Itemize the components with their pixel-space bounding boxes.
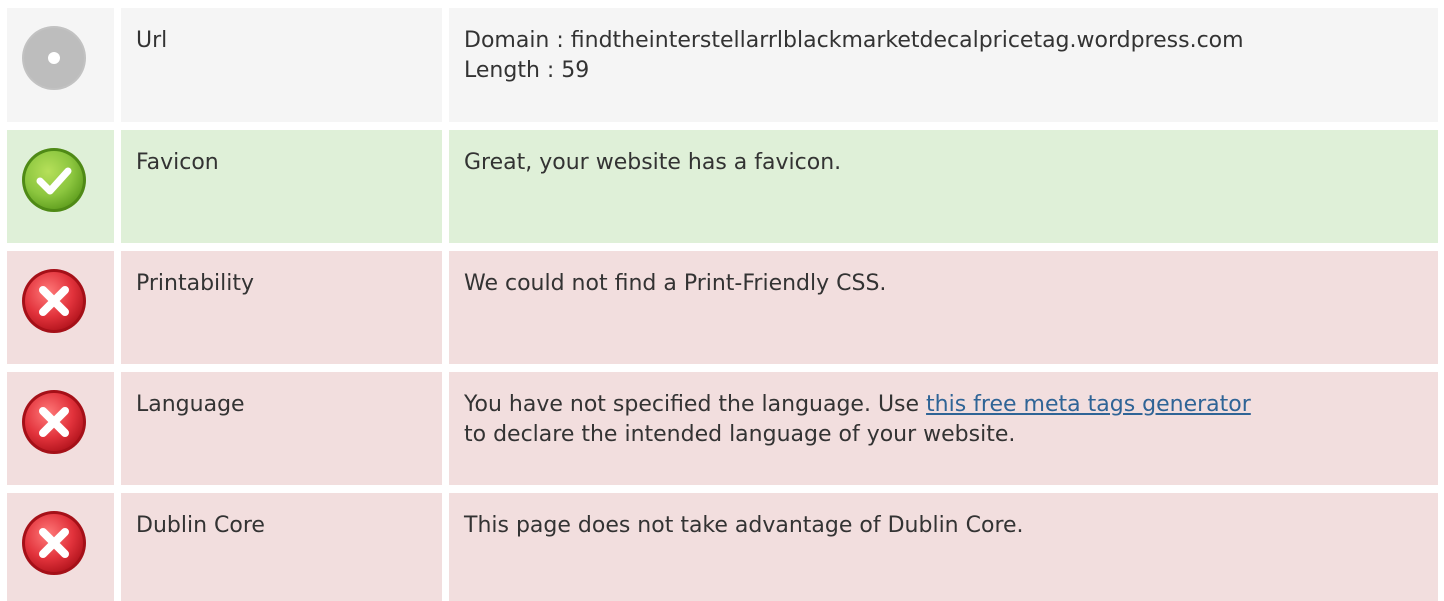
status-cell bbox=[7, 372, 114, 485]
row-label: Url bbox=[136, 28, 168, 53]
value-cell: Domain : findtheinterstellarrlblackmarke… bbox=[449, 8, 1438, 122]
length-text: Length : 59 bbox=[464, 58, 590, 83]
label-cell: Url bbox=[121, 8, 442, 122]
row-label: Dublin Core bbox=[136, 513, 265, 538]
status-cell bbox=[7, 8, 114, 122]
row-value: We could not find a Print-Friendly CSS. bbox=[464, 271, 887, 296]
label-cell: Favicon bbox=[121, 130, 442, 243]
table-row-dublin-core: Dublin Core This page does not take adva… bbox=[0, 493, 1444, 601]
language-line-1: You have not specified the language. Use… bbox=[464, 390, 1428, 420]
status-cell bbox=[7, 493, 114, 601]
table-row-url: Url Domain : findtheinterstellarrlblackm… bbox=[0, 8, 1444, 122]
value-cell: You have not specified the language. Use… bbox=[449, 372, 1438, 485]
status-cell bbox=[7, 251, 114, 364]
row-label: Printability bbox=[136, 271, 255, 296]
label-cell: Dublin Core bbox=[121, 493, 442, 601]
domain-text: Domain : findtheinterstellarrlblackmarke… bbox=[464, 28, 1244, 53]
table-row-language: Language You have not specified the lang… bbox=[0, 372, 1444, 485]
seo-report-table: Url Domain : findtheinterstellarrlblackm… bbox=[0, 0, 1444, 601]
value-cell: Great, your website has a favicon. bbox=[449, 130, 1438, 243]
error-circle-icon bbox=[21, 389, 87, 455]
value-cell: This page does not take advantage of Dub… bbox=[449, 493, 1438, 601]
row-value: Great, your website has a favicon. bbox=[464, 150, 842, 175]
value-cell: We could not find a Print-Friendly CSS. bbox=[449, 251, 1438, 364]
meta-tags-generator-link[interactable]: this free meta tags generator bbox=[926, 392, 1251, 417]
language-text-after: to declare the intended language of your… bbox=[464, 422, 1016, 447]
row-label: Favicon bbox=[136, 150, 219, 175]
row-label: Language bbox=[136, 392, 245, 417]
row-value: Domain : findtheinterstellarrlblackmarke… bbox=[464, 26, 1428, 86]
language-text-before: You have not specified the language. Use bbox=[464, 392, 927, 417]
error-circle-icon bbox=[21, 510, 87, 576]
status-cell bbox=[7, 130, 114, 243]
label-cell: Printability bbox=[121, 251, 442, 364]
neutral-dot-icon bbox=[21, 25, 87, 91]
check-circle-icon bbox=[21, 147, 87, 213]
row-value: You have not specified the language. Use… bbox=[464, 390, 1428, 450]
error-circle-icon bbox=[21, 268, 87, 334]
table-row-printability: Printability We could not find a Print-F… bbox=[0, 251, 1444, 364]
table-row-favicon: Favicon Great, your website has a favico… bbox=[0, 130, 1444, 243]
label-cell: Language bbox=[121, 372, 442, 485]
row-value: This page does not take advantage of Dub… bbox=[464, 513, 1024, 538]
